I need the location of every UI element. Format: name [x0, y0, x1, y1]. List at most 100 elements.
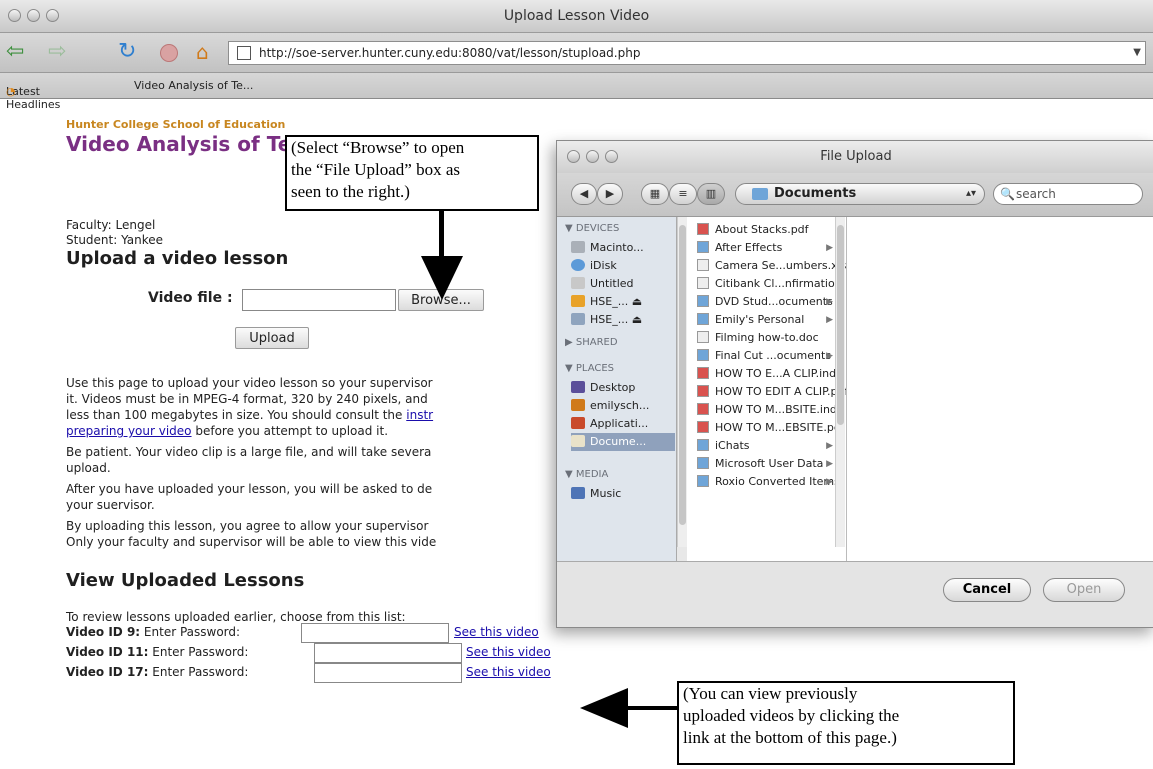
- location-popup[interactable]: Documents ▴▾: [735, 183, 985, 205]
- dialog-minimize-button[interactable]: [586, 150, 599, 163]
- file-item[interactable]: About Stacks.pdf: [697, 221, 837, 239]
- file-item[interactable]: HOW TO M...BSITE.indd: [697, 401, 844, 419]
- search-icon: 🔍: [1000, 187, 1015, 201]
- file-item[interactable]: Filming how-to.doc: [697, 329, 837, 347]
- folder-icon: [752, 188, 768, 200]
- list-view-button[interactable]: ≡: [669, 183, 697, 205]
- after-upload-paragraph: After you have uploaded your lesson, you…: [66, 481, 566, 513]
- bookmark-video-analysis[interactable]: Video Analysis of Te...: [134, 79, 253, 92]
- back-triangle-icon: ◀: [579, 187, 589, 200]
- chevron-right-icon: ▶: [826, 351, 833, 361]
- file-column-scrollbar[interactable]: [835, 217, 845, 547]
- file-item[interactable]: Emily's Personal ▶: [697, 311, 837, 329]
- sidebar-item-home[interactable]: emilysch...: [571, 397, 675, 415]
- document-icon: [697, 421, 709, 433]
- video-row: Video ID 17: Enter Password: See this vi…: [66, 663, 626, 685]
- stop-button[interactable]: [160, 44, 178, 62]
- sidebar-section-places[interactable]: ▼ PLACES: [565, 363, 614, 374]
- review-instructions: To review lessons uploaded earlier, choo…: [66, 610, 406, 624]
- sidebar-item-idisk[interactable]: iDisk: [571, 257, 675, 275]
- sidebar-item-hse-1[interactable]: HSE_... ⏏: [571, 293, 675, 311]
- dialog-button-bar: Cancel Open: [557, 561, 1153, 627]
- password-input[interactable]: [301, 623, 449, 643]
- see-video-link[interactable]: See this video: [454, 625, 539, 639]
- see-video-link[interactable]: See this video: [466, 665, 551, 679]
- column-view-button[interactable]: ▥: [697, 183, 725, 205]
- reload-button[interactable]: ↻: [118, 40, 136, 64]
- callout-line: (You can view previously: [683, 684, 858, 703]
- sidebar-item-hse-2[interactable]: HSE_... ⏏: [571, 311, 675, 329]
- dialog-zoom-button[interactable]: [605, 150, 618, 163]
- file-item-label: Camera Se...umbers.xls: [715, 259, 847, 272]
- file-item[interactable]: iChats ▶: [697, 437, 837, 455]
- dialog-search-field[interactable]: 🔍 search: [993, 183, 1143, 205]
- sidebar-item-documents[interactable]: Docume...: [571, 433, 675, 451]
- sidebar-item-label: emilysch...: [590, 399, 650, 412]
- callout-line: uploaded videos by clicking the: [683, 706, 900, 725]
- paragraph-line: Use this page to upload your video lesso…: [66, 376, 433, 390]
- see-video-link[interactable]: See this video: [466, 645, 551, 659]
- password-input[interactable]: [314, 643, 462, 663]
- sidebar-section-shared[interactable]: ▶ SHARED: [565, 337, 618, 348]
- file-item[interactable]: Microsoft User Data ▶: [697, 455, 837, 473]
- scrollbar-thumb[interactable]: [837, 225, 844, 425]
- dialog-forward-button[interactable]: ▶: [597, 183, 623, 205]
- file-item[interactable]: Roxio Converted Items ▶: [697, 473, 840, 491]
- file-item[interactable]: HOW TO M...EBSITE.pdf: [697, 419, 845, 437]
- home-button[interactable]: ⌂: [196, 40, 209, 64]
- chevron-right-icon: ▶: [826, 441, 833, 451]
- document-icon: [697, 331, 709, 343]
- rss-icon: ◔: [6, 85, 16, 98]
- cancel-button[interactable]: Cancel: [943, 578, 1031, 602]
- sidebar-section-devices[interactable]: ▼ DEVICES: [565, 223, 619, 234]
- dialog-title-bar: File Upload: [557, 141, 1153, 173]
- icon-view-button[interactable]: ▦: [641, 183, 669, 205]
- file-item-label: Final Cut ...ocuments: [715, 349, 832, 362]
- scrollbar-thumb[interactable]: [679, 225, 686, 525]
- file-item-label: HOW TO M...BSITE.indd: [715, 403, 844, 416]
- paragraph-line: By uploading this lesson, you agree to a…: [66, 519, 429, 533]
- file-item[interactable]: Camera Se...umbers.xls: [697, 257, 846, 275]
- view-videos-callout: (You can view previously uploaded videos…: [677, 681, 1015, 765]
- sidebar-section-media[interactable]: ▼ MEDIA: [565, 469, 608, 480]
- column-view-icon: ▥: [705, 187, 717, 200]
- browse-instruction-callout: (Select “Browse” to open the “File Uploa…: [285, 135, 539, 211]
- sidebar-item-untitled[interactable]: Untitled: [571, 275, 675, 293]
- sidebar-item-desktop[interactable]: Desktop: [571, 379, 675, 397]
- home-icon: ⌂: [196, 40, 209, 64]
- school-name: Hunter College School of Education: [66, 118, 286, 131]
- back-button[interactable]: ⇦: [6, 40, 24, 64]
- sidebar-scrollbar[interactable]: [677, 217, 687, 547]
- instructions-link[interactable]: instr: [406, 408, 433, 422]
- paragraph-line: upload.: [66, 461, 111, 475]
- left-arrow-shaft: [622, 706, 678, 710]
- instructions-paragraph: Use this page to upload your video lesso…: [66, 375, 566, 439]
- chevron-right-icon: ▶: [826, 459, 833, 469]
- address-bar[interactable]: http://soe-server.hunter.cuny.edu:8080/v…: [228, 41, 1146, 65]
- upload-button[interactable]: Upload: [235, 327, 309, 349]
- dialog-close-button[interactable]: [567, 150, 580, 163]
- sidebar-item-label: HSE_... ⏏: [590, 313, 643, 326]
- forward-button[interactable]: ⇨: [48, 40, 66, 64]
- file-item[interactable]: Citibank Cl...nfirmation: [697, 275, 842, 293]
- video-file-input[interactable]: [242, 289, 396, 311]
- sidebar-item-applications[interactable]: Applicati...: [571, 415, 675, 433]
- chevron-right-icon: ▶: [826, 243, 833, 253]
- open-button[interactable]: Open: [1043, 578, 1125, 602]
- dialog-back-button[interactable]: ◀: [571, 183, 597, 205]
- location-label: Documents: [774, 186, 857, 201]
- sidebar-item-macintosh[interactable]: Macinto...: [571, 239, 675, 257]
- password-input[interactable]: [314, 663, 462, 683]
- file-item[interactable]: HOW TO EDIT A CLIP.pdf: [697, 383, 846, 401]
- video-row: Video ID 9: Enter Password: See this vid…: [66, 623, 626, 645]
- idisk-icon: [571, 259, 585, 271]
- file-item[interactable]: Final Cut ...ocuments ▶: [697, 347, 837, 365]
- file-item[interactable]: DVD Stud...ocuments ▶: [697, 293, 837, 311]
- url-history-dropdown-icon[interactable]: ▼: [1133, 42, 1141, 64]
- file-item[interactable]: After Effects ▶: [697, 239, 837, 257]
- sidebar-item-music[interactable]: Music: [571, 485, 675, 503]
- preparing-video-link[interactable]: preparing your video: [66, 424, 192, 438]
- file-item[interactable]: HOW TO E...A CLIP.indd: [697, 365, 843, 383]
- file-item-label: Citibank Cl...nfirmation: [715, 277, 842, 290]
- sidebar-item-label: Macinto...: [590, 241, 644, 254]
